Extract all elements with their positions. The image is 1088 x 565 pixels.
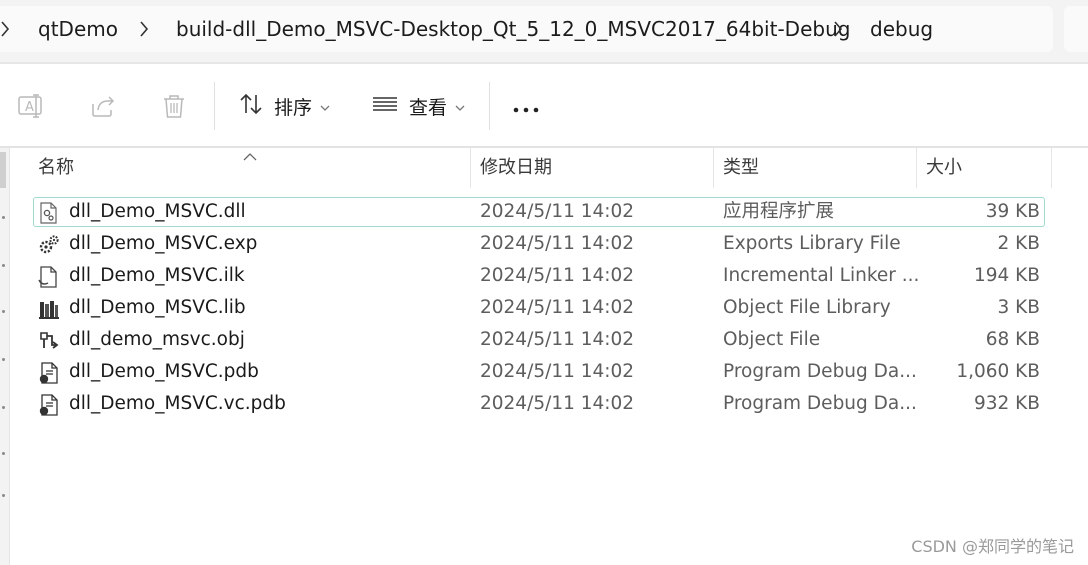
file-date: 2024/5/11 14:02 [480, 361, 635, 382]
file-type: Incremental Linker ... [723, 265, 920, 286]
exp-file-icon [38, 234, 60, 256]
lib-file-icon [38, 298, 60, 320]
column-divider[interactable] [470, 148, 471, 188]
file-row[interactable]: dll_Demo_MSVC.vc.pdb 2024/5/11 14:02 Pro… [0, 388, 1088, 420]
svg-text:A: A [25, 100, 34, 115]
file-name: dll_Demo_MSVC.ilk [69, 265, 245, 286]
watermark: CSDN @郑同学的笔记 [911, 537, 1074, 556]
file-row[interactable]: dll_demo_msvc.obj 2024/5/11 14:02 Object… [0, 324, 1088, 356]
column-header-size[interactable]: 大小 [926, 148, 962, 188]
delete-icon[interactable] [160, 92, 188, 120]
column-header-type[interactable]: 类型 [723, 148, 759, 188]
chevron-right-icon[interactable] [139, 19, 149, 39]
column-divider[interactable] [1051, 148, 1052, 188]
file-size: 2 KB [997, 233, 1040, 254]
toolbar-separator [489, 82, 490, 130]
file-name: dll_Demo_MSVC.pdb [69, 361, 259, 382]
obj-file-icon [38, 330, 60, 352]
sort-icon [238, 91, 264, 121]
file-name: dll_Demo_MSVC.lib [69, 297, 246, 318]
column-header-name[interactable]: 名称 [38, 148, 74, 188]
toolbar-separator [214, 82, 215, 130]
breadcrumb-item-build-folder[interactable]: build-dll_Demo_MSVC-Desktop_Qt_5_12_0_MS… [176, 6, 850, 52]
column-header-date[interactable]: 修改日期 [480, 148, 552, 188]
pdb-file-icon [38, 362, 60, 384]
file-size: 194 KB [973, 265, 1040, 286]
breadcrumb-item-debug[interactable]: debug [870, 6, 933, 52]
search-box[interactable] [1064, 6, 1088, 52]
file-type: Object File [723, 329, 821, 350]
nav-item-marker [2, 494, 5, 497]
file-type: Program Debug Da... [723, 361, 917, 382]
file-date: 2024/5/11 14:02 [480, 393, 635, 414]
column-divider[interactable] [916, 148, 917, 188]
file-type: Object File Library [723, 297, 891, 318]
file-type: Program Debug Da... [723, 393, 917, 414]
share-icon[interactable] [89, 92, 117, 120]
file-row[interactable]: dll_Demo_MSVC.exp 2024/5/11 14:02 Export… [0, 228, 1088, 260]
ilk-file-icon [38, 266, 60, 288]
dll-file-icon [38, 202, 60, 224]
file-row[interactable]: dll_Demo_MSVC.lib 2024/5/11 14:02 Object… [0, 292, 1088, 324]
file-size: 68 KB [985, 329, 1040, 350]
view-button[interactable]: 查看 [371, 86, 465, 126]
chevron-down-icon [320, 97, 330, 116]
file-size: 932 KB [973, 393, 1040, 414]
sort-ascending-icon [243, 146, 257, 161]
file-name: dll_Demo_MSVC.exp [69, 233, 258, 254]
more-icon[interactable] [513, 100, 541, 113]
view-icon [371, 91, 399, 121]
file-date: 2024/5/11 14:02 [480, 265, 635, 286]
column-divider[interactable] [713, 148, 714, 188]
sort-button[interactable]: 排序 [238, 86, 330, 126]
file-size: 39 KB [985, 201, 1040, 222]
file-size: 3 KB [997, 297, 1040, 318]
file-date: 2024/5/11 14:02 [480, 233, 635, 254]
file-row[interactable]: dll_Demo_MSVC.ilk 2024/5/11 14:02 Increm… [0, 260, 1088, 292]
rename-icon[interactable]: A [17, 92, 45, 120]
file-date: 2024/5/11 14:02 [480, 329, 635, 350]
file-type: Exports Library File [723, 233, 901, 254]
file-type: 应用程序扩展 [723, 201, 835, 222]
chevron-down-icon [455, 97, 465, 116]
pdb-file-icon [38, 394, 60, 416]
file-row[interactable]: dll_Demo_MSVC.pdb 2024/5/11 14:02 Progra… [0, 356, 1088, 388]
file-name: dll_Demo_MSVC.vc.pdb [69, 393, 286, 414]
scrollbar-thumb[interactable] [0, 152, 6, 188]
file-name: dll_Demo_MSVC.dll [69, 201, 246, 222]
view-label: 查看 [409, 96, 448, 119]
file-size: 1,060 KB [956, 361, 1040, 382]
breadcrumb-item-qtdemo[interactable]: qtDemo [38, 6, 118, 52]
file-date: 2024/5/11 14:02 [480, 297, 635, 318]
file-list: dll_Demo_MSVC.dll 2024/5/11 14:02 应用程序扩展… [0, 196, 1088, 420]
sort-label: 排序 [274, 96, 313, 119]
file-date: 2024/5/11 14:02 [480, 201, 635, 222]
chevron-right-icon[interactable] [833, 19, 843, 39]
file-name: dll_demo_msvc.obj [69, 329, 245, 350]
file-row[interactable]: dll_Demo_MSVC.dll 2024/5/11 14:02 应用程序扩展… [0, 196, 1088, 228]
chevron-right-icon[interactable] [0, 19, 10, 39]
nav-item-marker [2, 452, 5, 455]
